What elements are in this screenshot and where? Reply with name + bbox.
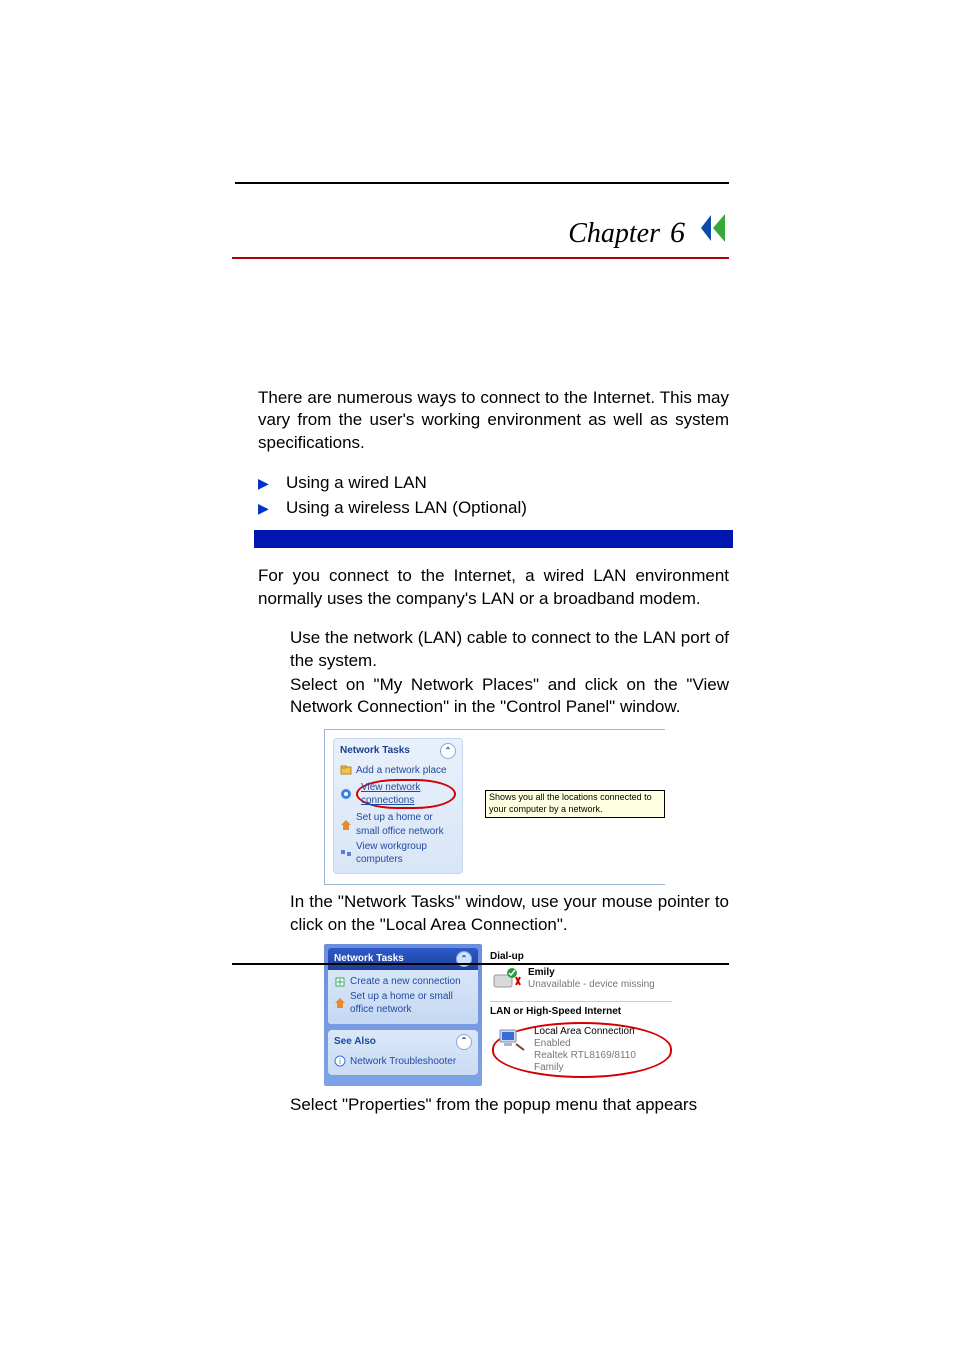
connections-area: Dial-up Emily Unavailable - device missi… [488, 944, 672, 1086]
section-heading: LAN or High-Speed Internet [490, 1001, 672, 1018]
bullet-arrow-icon: ▶ [258, 474, 272, 492]
bullet-text: Using a wireless LAN (Optional) [286, 497, 527, 519]
step-2: Select on "My Network Places" and click … [290, 674, 729, 719]
content-body: There are numerous ways to connect to th… [258, 370, 729, 1117]
task-link-label: Network Troubleshooter [350, 1055, 456, 1068]
bullet-text: Using a wired LAN [286, 472, 427, 494]
lan-connection-item[interactable]: Local Area Connection Enabled Realtek RT… [492, 1022, 672, 1078]
info-icon: i [334, 1055, 346, 1067]
task-link[interactable]: Add a network place [340, 763, 456, 778]
dialup-connection-item[interactable]: Emily Unavailable - device missing [492, 967, 672, 993]
step-3-block: In the "Network Tasks" window, use your … [258, 891, 729, 936]
bullet-item: ▶ Using a wired LAN [258, 471, 729, 495]
task-link-label: View network connections [361, 782, 420, 806]
bullet-item: ▶ Using a wireless LAN (Optional) [258, 496, 729, 520]
lan-icon [498, 1026, 528, 1052]
chapter-arrow-icon [699, 211, 729, 250]
tooltip: Shows you all the locations connected to… [485, 790, 665, 818]
task-link[interactable]: Set up a home or small office network [334, 989, 472, 1017]
home-network-icon [334, 997, 346, 1009]
chapter-word: Chapter [568, 218, 662, 250]
task-panel-title: Network Tasks [340, 744, 410, 757]
step-1: Use the network (LAN) cable to connect t… [290, 627, 729, 672]
task-link-label: Add a network place [356, 764, 447, 777]
connection-name: Local Area Connection [534, 1026, 666, 1038]
svg-text:i: i [339, 1057, 341, 1066]
steps-block: Use the network (LAN) cable to connect t… [258, 627, 729, 719]
task-link[interactable]: Create a new connection [334, 974, 472, 989]
step-4-block: Select "Properties" from the popup menu … [258, 1094, 729, 1116]
network-icon [340, 788, 352, 800]
dialup-icon [492, 967, 522, 993]
task-link-label: Set up a home or small office network [350, 990, 472, 1016]
section-divider-bar [254, 530, 733, 548]
connection-status: Enabled [534, 1038, 666, 1050]
task-link[interactable]: View workgroup computers [340, 839, 456, 867]
connection-name: Emily [528, 967, 655, 979]
step-3: In the "Network Tasks" window, use your … [290, 891, 729, 936]
bullet-arrow-icon: ▶ [258, 499, 272, 517]
task-link-label: Create a new connection [350, 975, 461, 988]
screenshot-network-connections: Network Tasks ⌃ Create a new connection [324, 944, 672, 1086]
connection-status: Unavailable - device missing [528, 979, 655, 991]
task-link[interactable]: i Network Troubleshooter [334, 1054, 472, 1069]
bullet-list: ▶ Using a wired LAN ▶ Using a wireless L… [258, 471, 729, 520]
task-link-highlighted[interactable]: View network connections [340, 778, 456, 810]
new-connection-icon [334, 976, 346, 988]
see-also-panel: See Also ⌃ i Network Troubleshooter [328, 1030, 478, 1075]
wired-intro-paragraph: For you connect to the Internet, a wired… [258, 565, 729, 610]
workgroup-icon [340, 847, 352, 859]
screenshot-network-tasks: Network Tasks ⌃ Add a network place Vi [324, 729, 665, 885]
collapse-icon[interactable]: ⌃ [456, 1034, 472, 1050]
home-network-icon [340, 819, 352, 831]
panel-title: See Also [334, 1035, 376, 1048]
connection-device: Realtek RTL8169/8110 Family [534, 1050, 666, 1074]
chapter-number: 6 [670, 216, 685, 250]
network-tasks-panel: Network Tasks ⌃ Create a new connection [328, 948, 478, 1024]
step-4: Select "Properties" from the popup menu … [290, 1094, 729, 1116]
section-heading: Dial-up [490, 950, 672, 963]
task-link[interactable]: Set up a home or small office network [340, 810, 456, 838]
chapter-rule [232, 257, 729, 259]
top-rule [235, 182, 729, 184]
intro-paragraph: There are numerous ways to connect to th… [258, 387, 729, 454]
sidebar-panels: Network Tasks ⌃ Create a new connection [324, 944, 482, 1086]
task-panel: Network Tasks ⌃ Add a network place Vi [333, 738, 463, 874]
task-link-label: Set up a home or small office network [356, 811, 456, 837]
chapter-heading: Chapter 6 [568, 208, 729, 250]
folder-icon [340, 764, 352, 776]
collapse-icon[interactable]: ⌃ [440, 743, 456, 759]
bottom-rule [232, 963, 729, 965]
task-link-label: View workgroup computers [356, 840, 456, 866]
